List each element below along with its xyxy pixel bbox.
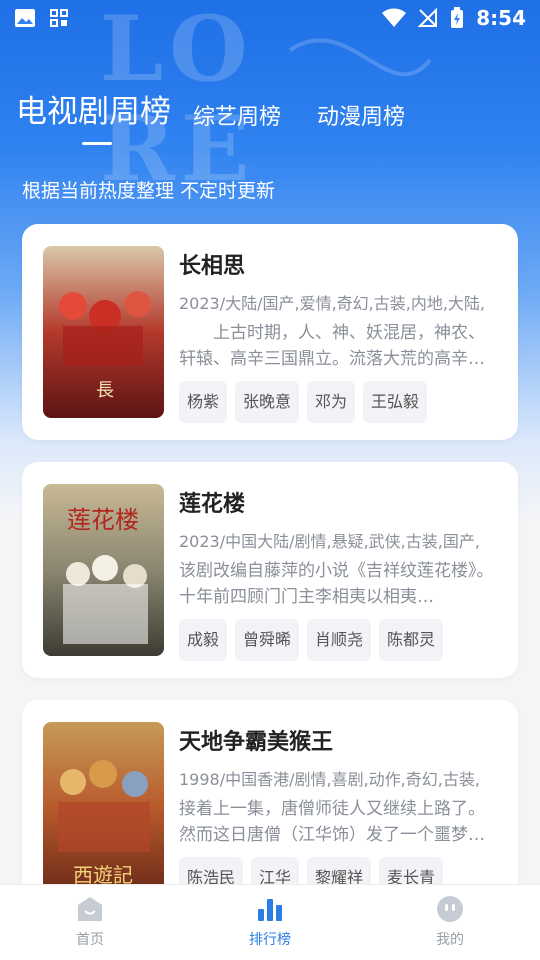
clock: 8:54	[476, 6, 526, 30]
drama-card[interactable]: 莲花楼 莲花楼 2023/中国大陆/剧情,悬疑,武侠,古装,国产, 该剧改编自藤…	[22, 462, 518, 678]
drama-card[interactable]: 長 长相思 2023/大陆/国产,爱情,奇幻,古装,内地,大陆, 上古时期，人、…	[22, 224, 518, 440]
ranking-subtitle: 根据当前热度整理 不定时更新	[22, 180, 276, 202]
drama-title: 莲花楼	[179, 492, 246, 517]
cast-tag[interactable]: 陈都灵	[379, 619, 444, 661]
cast-tag[interactable]: 成毅	[179, 619, 228, 661]
poster-image: 西遊記	[43, 722, 164, 894]
ranking-bar-icon	[258, 899, 282, 921]
grid-notification-icon	[50, 9, 68, 27]
drama-description: 该剧改编自藤萍的小说《吉祥纹莲花楼》。十年前四顾门门主李相夷以相夷…	[179, 561, 494, 607]
cast-tag[interactable]: 杨紫	[179, 381, 228, 423]
no-signal-icon	[418, 8, 438, 27]
active-tab-indicator	[82, 142, 112, 145]
cast-tag[interactable]: 曾舜晞	[235, 619, 300, 661]
cast-tags: 成毅 曾舜晞 肖顺尧 陈都灵	[179, 619, 444, 661]
drama-title: 长相思	[179, 254, 246, 279]
nav-profile[interactable]: 我的	[360, 885, 540, 960]
drama-title: 天地争霸美猴王	[179, 730, 334, 755]
cast-tags: 杨紫 张晚意 邓为 王弘毅	[179, 381, 428, 423]
nav-label: 排行榜	[249, 932, 291, 948]
tab-anime-weekly[interactable]: 动漫周榜	[317, 99, 405, 131]
tab-tv-weekly[interactable]: 电视剧周榜	[16, 86, 171, 131]
drama-meta: 1998/中国香港/剧情,喜剧,动作,奇幻,古装,	[179, 770, 480, 789]
drama-meta: 2023/大陆/国产,爱情,奇幻,古装,内地,大陆,	[179, 294, 486, 313]
nav-ranking[interactable]: 排行榜	[180, 885, 360, 960]
nav-label: 我的	[436, 932, 464, 948]
bottom-navigation: 首页 排行榜 我的	[0, 884, 540, 960]
image-notification-icon	[15, 9, 35, 27]
ranking-tabs: 电视剧周榜 综艺周榜 动漫周榜	[16, 86, 441, 131]
nav-home[interactable]: 首页	[0, 885, 180, 960]
cast-tag[interactable]: 肖顺尧	[307, 619, 372, 661]
poster-image: 長	[43, 246, 164, 418]
nav-label: 首页	[76, 932, 104, 948]
profile-face-icon	[437, 896, 463, 922]
cast-tag[interactable]: 邓为	[307, 381, 356, 423]
status-bar: 8:54	[0, 0, 540, 36]
cast-tag[interactable]: 王弘毅	[363, 381, 428, 423]
drama-description: 接着上一集，唐僧师徒人又继续上路了。然而这日唐僧（江华饰）发了一个噩梦…	[179, 799, 485, 845]
poster-image: 莲花楼	[43, 484, 164, 656]
home-icon	[78, 897, 102, 921]
svg-text:莲花楼: 莲花楼	[67, 506, 139, 534]
drama-meta: 2023/中国大陆/剧情,悬疑,武侠,古装,国产,	[179, 532, 480, 551]
svg-text:長: 長	[96, 380, 114, 401]
drama-description: 上古时期，人、神、妖混居，神农、轩辕、高辛三国鼎立。流落大荒的高辛…	[179, 323, 485, 369]
tab-variety-weekly[interactable]: 综艺周榜	[193, 99, 281, 131]
battery-charging-icon	[451, 7, 464, 28]
cast-tag[interactable]: 张晚意	[235, 381, 300, 423]
wifi-icon	[382, 8, 407, 27]
